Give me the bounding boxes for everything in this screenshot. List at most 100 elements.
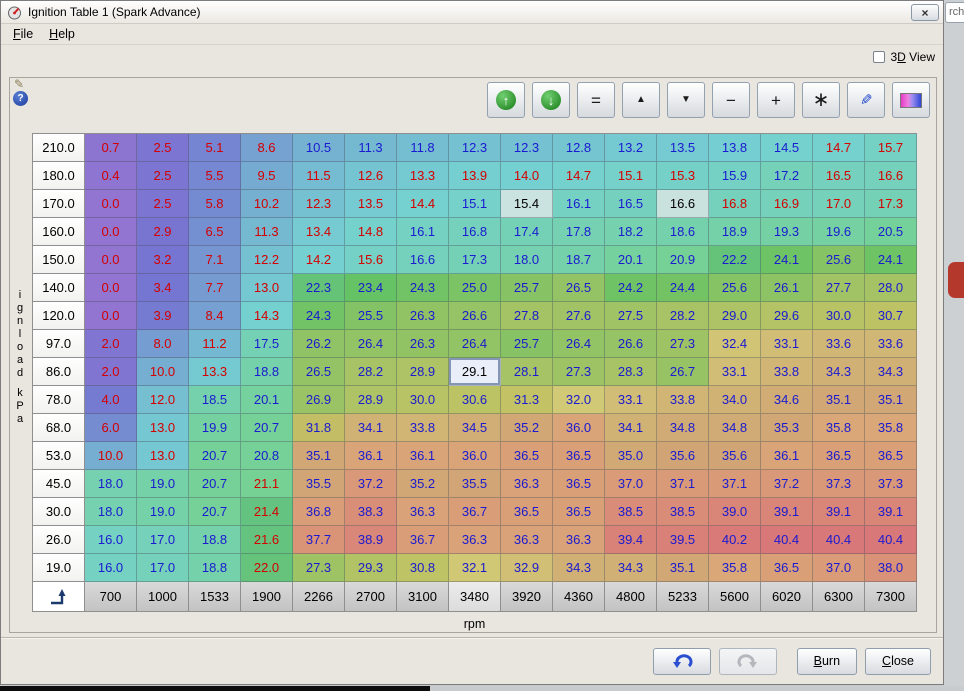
table-cell[interactable]: 13.8	[709, 134, 761, 162]
table-cell[interactable]: 39.0	[709, 498, 761, 526]
table-cell[interactable]: 10.0	[137, 358, 189, 386]
x-axis-cell[interactable]: 700	[85, 582, 137, 612]
table-cell[interactable]: 14.8	[345, 218, 397, 246]
table-cell[interactable]: 11.2	[189, 330, 241, 358]
table-cell[interactable]: 35.1	[293, 442, 345, 470]
table-cell[interactable]: 12.2	[241, 246, 293, 274]
table-cell[interactable]: 0.0	[85, 218, 137, 246]
table-cell[interactable]: 26.5	[553, 274, 605, 302]
y-axis-cell[interactable]: 120.0	[33, 302, 85, 330]
y-axis-cell[interactable]: 45.0	[33, 470, 85, 498]
table-cell[interactable]: 0.0	[85, 246, 137, 274]
table-cell[interactable]: 16.8	[449, 218, 501, 246]
table-cell[interactable]: 10.5	[293, 134, 345, 162]
x-axis-cell[interactable]: 6020	[761, 582, 813, 612]
table-cell[interactable]: 36.5	[501, 498, 553, 526]
table-cell[interactable]: 12.3	[449, 134, 501, 162]
table-cell[interactable]: 33.8	[657, 386, 709, 414]
y-axis-cell[interactable]: 78.0	[33, 386, 85, 414]
table-cell[interactable]: 33.8	[761, 358, 813, 386]
table-cell[interactable]: 16.5	[813, 162, 865, 190]
table-cell[interactable]: 26.4	[449, 330, 501, 358]
table-cell[interactable]: 35.6	[709, 442, 761, 470]
y-axis-cell[interactable]: 53.0	[33, 442, 85, 470]
table-cell[interactable]: 13.2	[605, 134, 657, 162]
x-axis-cell[interactable]: 5600	[709, 582, 761, 612]
table-cell[interactable]: 13.3	[189, 358, 241, 386]
table-cell[interactable]: 36.5	[553, 470, 605, 498]
table-cell[interactable]: 5.8	[189, 190, 241, 218]
table-cell[interactable]: 36.0	[449, 442, 501, 470]
table-cell[interactable]: 36.3	[449, 526, 501, 554]
table-cell[interactable]: 39.1	[813, 498, 865, 526]
table-cell[interactable]: 15.1	[449, 190, 501, 218]
shift-up-button[interactable]: ↑	[487, 82, 525, 118]
table-cell[interactable]: 35.1	[657, 554, 709, 582]
table-cell[interactable]: 16.9	[761, 190, 813, 218]
table-cell[interactable]: 0.0	[85, 274, 137, 302]
table-cell[interactable]: 36.0	[553, 414, 605, 442]
table-cell[interactable]: 35.6	[657, 442, 709, 470]
help-icon[interactable]: ?	[13, 91, 28, 106]
table-cell[interactable]: 36.5	[553, 442, 605, 470]
table-cell[interactable]: 34.3	[865, 358, 917, 386]
table-cell[interactable]: 3.4	[137, 274, 189, 302]
table-cell[interactable]: 36.1	[345, 442, 397, 470]
burn-button[interactable]: Burn	[797, 648, 857, 675]
table-cell[interactable]: 26.6	[605, 330, 657, 358]
table-cell[interactable]: 37.7	[293, 526, 345, 554]
table-cell[interactable]: 6.0	[85, 414, 137, 442]
table-cell[interactable]: 2.5	[137, 134, 189, 162]
table-cell[interactable]: 39.5	[657, 526, 709, 554]
table-cell[interactable]: 5.1	[189, 134, 241, 162]
table-cell[interactable]: 2.5	[137, 190, 189, 218]
table-cell[interactable]: 27.3	[657, 330, 709, 358]
table-cell[interactable]: 28.9	[397, 358, 449, 386]
table-cell[interactable]: 40.4	[813, 526, 865, 554]
table-cell[interactable]: 13.5	[657, 134, 709, 162]
table-cell[interactable]: 34.3	[813, 358, 865, 386]
y-axis-cell[interactable]: 68.0	[33, 414, 85, 442]
table-cell[interactable]: 7.7	[189, 274, 241, 302]
table-cell[interactable]: 32.0	[553, 386, 605, 414]
table-cell[interactable]: 23.4	[345, 274, 397, 302]
table-cell[interactable]: 12.8	[553, 134, 605, 162]
y-axis-cell[interactable]: 180.0	[33, 162, 85, 190]
x-axis-cell[interactable]: 1900	[241, 582, 293, 612]
multiply-button[interactable]: ∗	[802, 82, 840, 118]
table-cell[interactable]: 4.0	[85, 386, 137, 414]
table-cell[interactable]: 37.0	[813, 554, 865, 582]
table-cell[interactable]: 18.7	[553, 246, 605, 274]
table-cell[interactable]: 18.8	[241, 358, 293, 386]
table-cell[interactable]: 18.0	[501, 246, 553, 274]
table-cell[interactable]: 20.7	[189, 498, 241, 526]
table-cell[interactable]: 20.7	[241, 414, 293, 442]
table-cell[interactable]: 24.1	[865, 246, 917, 274]
table-cell[interactable]: 14.7	[553, 162, 605, 190]
table-cell[interactable]: 36.5	[553, 498, 605, 526]
table-cell[interactable]: 30.6	[449, 386, 501, 414]
table-cell[interactable]: 35.1	[865, 386, 917, 414]
table-cell[interactable]: 31.8	[293, 414, 345, 442]
table-cell[interactable]: 2.5	[137, 162, 189, 190]
table-cell[interactable]: 24.1	[761, 246, 813, 274]
add-button[interactable]: +	[757, 82, 795, 118]
titlebar[interactable]: Ignition Table 1 (Spark Advance) ×	[1, 1, 943, 24]
table-cell[interactable]: 35.5	[293, 470, 345, 498]
table-cell[interactable]: 8.0	[137, 330, 189, 358]
table-cell[interactable]: 36.1	[761, 442, 813, 470]
table-cell[interactable]: 36.3	[501, 526, 553, 554]
table-cell[interactable]: 19.9	[189, 414, 241, 442]
table-cell[interactable]: 8.4	[189, 302, 241, 330]
redo-button[interactable]	[719, 648, 777, 675]
table-cell[interactable]: 0.0	[85, 302, 137, 330]
table-cell[interactable]: 27.3	[553, 358, 605, 386]
table-cell[interactable]: 21.4	[241, 498, 293, 526]
table-cell[interactable]: 29.1	[449, 358, 501, 386]
table-cell[interactable]: 17.2	[761, 162, 813, 190]
table-cell[interactable]: 16.6	[657, 190, 709, 218]
table-cell[interactable]: 37.2	[345, 470, 397, 498]
x-axis-cell[interactable]: 3920	[501, 582, 553, 612]
table-cell[interactable]: 11.3	[241, 218, 293, 246]
table-cell[interactable]: 22.2	[709, 246, 761, 274]
